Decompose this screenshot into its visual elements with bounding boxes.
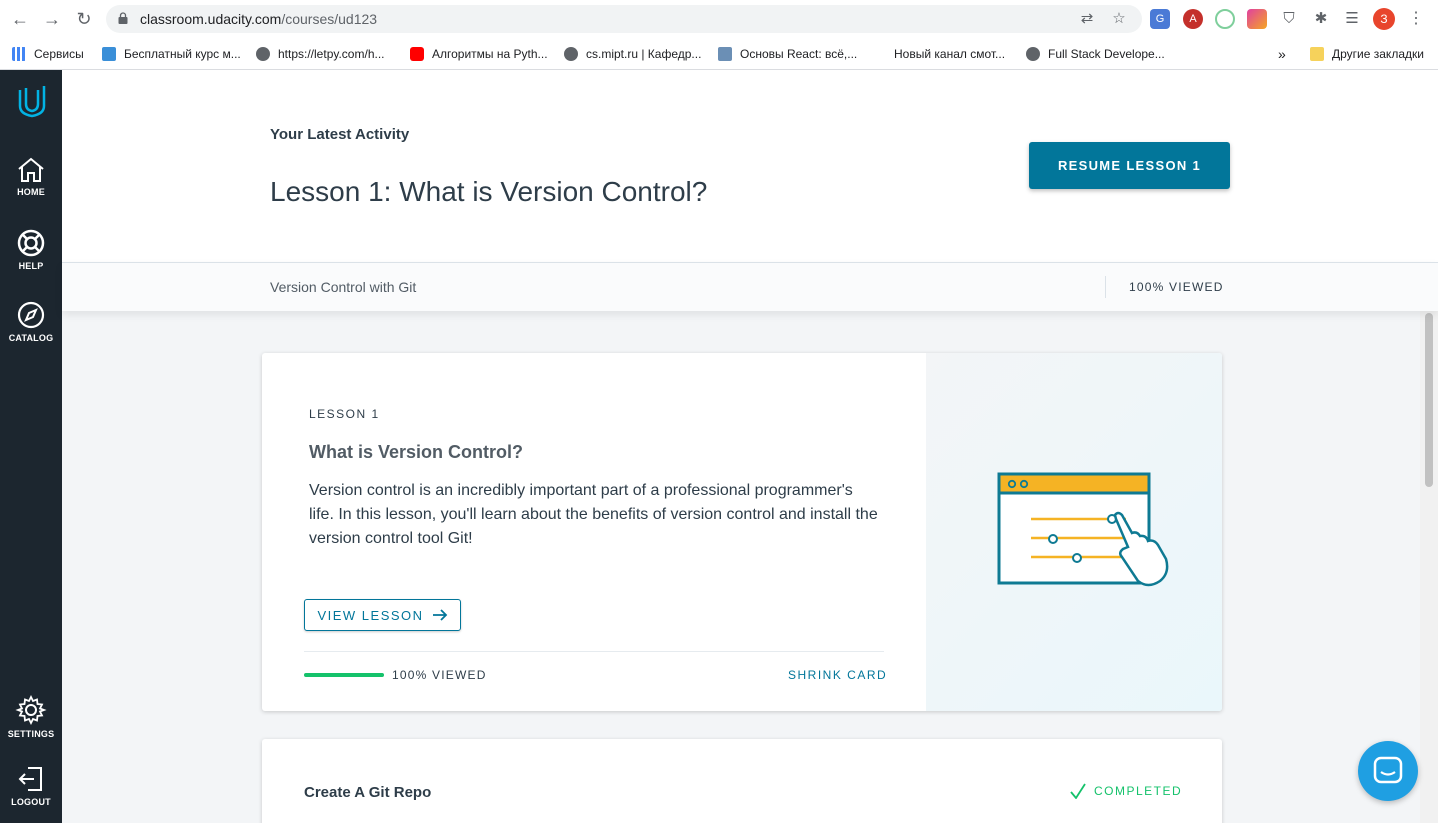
page-title: Lesson 1: What is Version Control? bbox=[270, 176, 708, 207]
sidebar-item-home[interactable]: HOME bbox=[0, 156, 62, 197]
bookmark-item[interactable]: Новый канал смот... bbox=[872, 44, 1005, 64]
completed-status: COMPLETED bbox=[1070, 783, 1182, 799]
back-icon[interactable]: ← bbox=[8, 7, 32, 31]
globe-icon bbox=[1026, 47, 1040, 61]
shrink-card-button[interactable]: SHRINK CARD bbox=[788, 668, 887, 682]
view-lesson-button[interactable]: VIEW LESSON bbox=[304, 599, 461, 631]
more-bookmarks-button[interactable]: » bbox=[1278, 44, 1286, 64]
sidebar-item-settings[interactable]: SETTINGS bbox=[0, 694, 62, 739]
course-name[interactable]: Version Control with Git bbox=[270, 279, 416, 295]
bookmark-label: Бесплатный курс м... bbox=[124, 47, 241, 61]
other-bookmarks-folder[interactable]: Другие закладки bbox=[1310, 44, 1424, 64]
shield-icon[interactable]: ⛉ bbox=[1279, 9, 1299, 29]
chat-launcher-button[interactable] bbox=[1358, 741, 1418, 801]
bookmark-label: Основы React: всё,... bbox=[740, 47, 858, 61]
lesson-viewed-status: 100% VIEWED bbox=[392, 668, 487, 682]
concept-title: Create A Git Repo bbox=[304, 784, 432, 801]
color-extension-icon[interactable] bbox=[1247, 9, 1267, 29]
sidebar-item-label: HELP bbox=[18, 261, 44, 271]
menu-dots-icon[interactable]: ⋮ bbox=[1406, 9, 1426, 29]
reload-icon[interactable]: ↻ bbox=[72, 7, 96, 31]
divider bbox=[304, 651, 884, 652]
lesson-card: LESSON 1 What is Version Control? Versio… bbox=[262, 353, 1222, 711]
bookmark-item[interactable]: Бесплатный курс м... bbox=[102, 44, 241, 64]
profile-avatar[interactable]: З bbox=[1373, 8, 1395, 30]
bookmark-label: https://letpy.com/h... bbox=[278, 47, 385, 61]
folder-icon bbox=[1310, 47, 1324, 61]
bookmark-item[interactable]: Сервисы bbox=[12, 44, 84, 64]
view-lesson-label: VIEW LESSON bbox=[317, 607, 424, 623]
bookmark-label: Другие закладки bbox=[1332, 47, 1424, 61]
bookmark-label: Full Stack Develope... bbox=[1048, 47, 1165, 61]
google-translate-extension-icon[interactable]: G bbox=[1150, 9, 1170, 29]
udacity-logo-icon[interactable] bbox=[16, 84, 48, 118]
blank-icon bbox=[872, 47, 886, 61]
bookmark-label: Новый канал смот... bbox=[894, 47, 1006, 61]
course-progress-bar: Version Control with Git 100% VIEWED bbox=[62, 262, 1438, 311]
lesson-card-title: What is Version Control? bbox=[309, 442, 524, 462]
check-icon bbox=[1070, 783, 1086, 799]
bookmark-label: Сервисы bbox=[34, 47, 84, 61]
sidebar-item-label: CATALOG bbox=[8, 333, 54, 343]
sidebar-item-logout[interactable]: LOGOUT bbox=[0, 764, 62, 807]
scrollbar-thumb[interactable] bbox=[1425, 313, 1433, 487]
lesson-concept-card[interactable]: Create A Git Repo COMPLETED bbox=[262, 739, 1222, 823]
lesson-illustration bbox=[926, 353, 1222, 711]
home-icon bbox=[18, 157, 44, 182]
apps-grid-icon bbox=[12, 47, 26, 61]
bookmark-label: cs.mipt.ru | Кафедр... bbox=[586, 47, 702, 61]
sidebar-item-label: HOME bbox=[17, 187, 45, 197]
adblock-extension-icon[interactable]: A bbox=[1183, 9, 1203, 29]
lock-icon bbox=[118, 12, 128, 24]
circle-extension-icon[interactable] bbox=[1215, 9, 1235, 29]
url-text: classroom.udacity.com/courses/ud123 bbox=[140, 11, 378, 27]
lifebuoy-icon bbox=[17, 229, 45, 257]
bookmark-item[interactable]: cs.mipt.ru | Кафедр... bbox=[564, 44, 701, 64]
puzzle-icon[interactable]: ✱ bbox=[1311, 9, 1331, 29]
course-viewed-status: 100% VIEWED bbox=[1129, 280, 1224, 294]
bookmark-item[interactable]: Основы React: всё,... bbox=[718, 44, 857, 64]
sidebar-item-label: LOGOUT bbox=[11, 797, 51, 807]
latest-activity-label: Your Latest Activity bbox=[270, 126, 410, 143]
youtube-icon bbox=[410, 47, 424, 61]
sidebar-item-catalog[interactable]: CATALOG bbox=[0, 300, 62, 343]
latest-activity-header: Your Latest Activity Lesson 1: What is V… bbox=[62, 70, 1438, 262]
bookmark-label: Алгоритмы на Pyth... bbox=[432, 47, 548, 61]
sidebar-item-help[interactable]: HELP bbox=[0, 228, 62, 271]
lesson-list: LESSON 1 What is Version Control? Versio… bbox=[62, 311, 1420, 823]
chat-icon bbox=[1373, 756, 1403, 784]
address-bar[interactable]: classroom.udacity.com/courses/ud123 ⇄ ☆ bbox=[106, 5, 1142, 33]
lesson-progress-bar bbox=[304, 673, 384, 677]
lesson-number: LESSON 1 bbox=[309, 407, 380, 421]
globe-icon bbox=[256, 47, 270, 61]
arrow-right-icon bbox=[432, 609, 447, 621]
resume-lesson-button[interactable]: RESUME LESSON 1 bbox=[1029, 142, 1230, 189]
sidebar-item-label: SETTINGS bbox=[7, 729, 55, 739]
bookmarks-bar: Сервисы Бесплатный курс м... https://let… bbox=[0, 38, 1438, 70]
bookmark-item[interactable]: Алгоритмы на Pyth... bbox=[410, 44, 548, 64]
bookmark-item[interactable]: https://letpy.com/h... bbox=[256, 44, 385, 64]
compass-icon bbox=[17, 301, 45, 329]
page-scrollbar[interactable] bbox=[1420, 311, 1438, 823]
media-queue-icon[interactable]: ☰ bbox=[1342, 9, 1362, 29]
stepik-icon bbox=[102, 47, 116, 61]
logout-icon bbox=[18, 767, 42, 791]
globe-icon bbox=[564, 47, 578, 61]
bookmark-item[interactable]: Full Stack Develope... bbox=[1026, 44, 1165, 64]
forward-icon[interactable]: → bbox=[40, 7, 64, 31]
gear-icon bbox=[15, 694, 47, 726]
lesson-progress-fill bbox=[304, 673, 384, 677]
browser-toolbar: ← → ↻ classroom.udacity.com/courses/ud12… bbox=[0, 0, 1438, 38]
star-icon[interactable]: ☆ bbox=[1110, 10, 1128, 28]
completed-label: COMPLETED bbox=[1094, 784, 1183, 798]
browser-slider-hand-icon bbox=[997, 472, 1169, 587]
translate-icon[interactable]: ⇄ bbox=[1078, 10, 1096, 28]
divider bbox=[1105, 276, 1106, 298]
sidebar: HOME HELP CATALOG SETTINGS LOGOUT bbox=[0, 70, 62, 823]
bookmark-icon bbox=[718, 47, 732, 61]
lesson-description: Version control is an incredibly importa… bbox=[309, 482, 878, 547]
